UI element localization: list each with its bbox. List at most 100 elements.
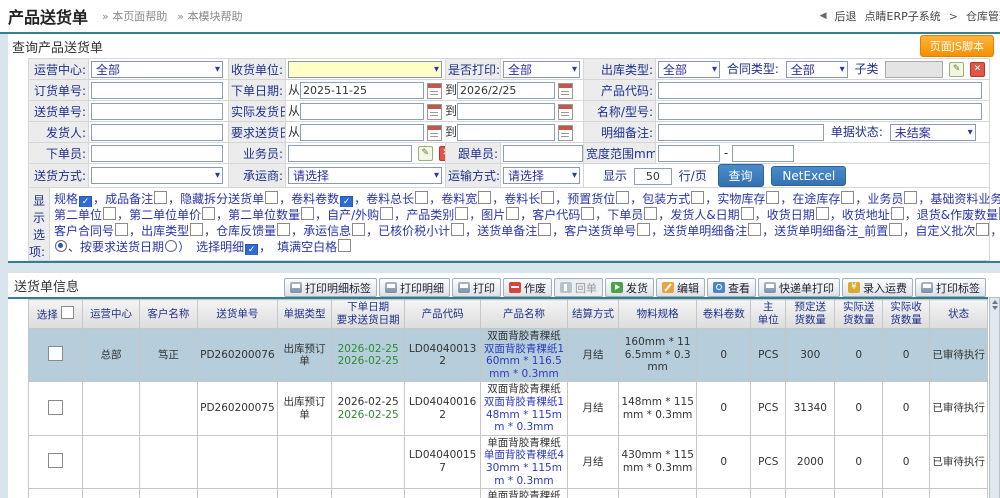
calendar-icon[interactable] [558, 104, 573, 120]
order-date-from-input[interactable] [300, 82, 424, 99]
clear-icon[interactable]: ✕ [970, 62, 985, 77]
calendar-icon[interactable] [427, 125, 442, 141]
option-checkbox[interactable] [748, 223, 761, 236]
option-checkbox[interactable] [506, 207, 519, 220]
option-checkbox[interactable] [741, 207, 754, 220]
option-checkbox[interactable] [891, 207, 904, 220]
option-checkbox[interactable] [644, 207, 657, 220]
option-checkbox[interactable] [816, 207, 829, 220]
option-checkbox[interactable] [904, 191, 917, 204]
help-page-link[interactable]: » 本页面帮助 [102, 8, 167, 24]
netexcel-button[interactable]: NetExcel [771, 166, 846, 186]
clear-icon[interactable]: ✕ [439, 146, 446, 161]
option-checkbox[interactable] [478, 191, 491, 204]
select-all-checkbox[interactable] [61, 306, 74, 319]
calendar-icon[interactable] [558, 83, 573, 99]
back-link[interactable]: 后退 [835, 8, 857, 24]
detail-note-input[interactable] [658, 124, 824, 141]
shipper-input[interactable] [91, 124, 223, 141]
option-checkbox[interactable] [380, 207, 393, 220]
void-button[interactable]: 作废 [503, 278, 552, 297]
express-print-button[interactable]: 快递单打印 [758, 278, 840, 297]
picker-icon[interactable]: ✎ [418, 146, 433, 161]
option-checkbox[interactable]: ✓ [340, 196, 353, 207]
doc-status-select[interactable]: 未结案 [890, 124, 976, 141]
is-printed-select[interactable]: 全部 [503, 61, 580, 78]
fill-blank-checkbox[interactable] [338, 239, 351, 252]
system-link[interactable]: 点睛ERP子系统 [865, 8, 941, 24]
select-detail-checkbox[interactable]: ✓ [245, 244, 258, 255]
width-max-input[interactable] [732, 145, 794, 162]
outbound-type-select[interactable]: 全部 [658, 61, 720, 78]
option-checkbox[interactable] [616, 191, 629, 204]
row-select-checkbox[interactable] [48, 346, 63, 361]
option-checkbox[interactable] [691, 191, 704, 204]
option-checkbox[interactable] [976, 223, 989, 236]
calendar-icon[interactable] [427, 104, 442, 120]
page-js-button[interactable]: 页面JS脚本 [920, 35, 994, 57]
order-date-to-input[interactable] [457, 82, 555, 99]
option-checkbox[interactable] [415, 191, 428, 204]
option-checkbox[interactable] [301, 207, 314, 220]
collapse-strip[interactable] [989, 297, 1000, 498]
option-checkbox[interactable] [352, 223, 365, 236]
option-checkbox[interactable] [455, 207, 468, 220]
operations-center-select[interactable]: 全部 [91, 61, 223, 78]
name-model-input[interactable] [658, 103, 982, 120]
calendar-icon[interactable] [427, 83, 442, 99]
ship-date-from-input[interactable] [300, 103, 424, 120]
option-checkbox[interactable]: ✓ [79, 196, 92, 207]
option-checkbox[interactable] [766, 191, 779, 204]
carrier-select[interactable]: 请选择 [288, 167, 442, 184]
print-button[interactable]: 打印 [452, 278, 501, 297]
product-code-input[interactable] [658, 82, 982, 99]
option-checkbox[interactable] [637, 223, 650, 236]
option-checkbox[interactable] [265, 191, 278, 204]
subtype-field[interactable] [885, 61, 943, 78]
salesman-input[interactable] [288, 145, 412, 162]
product-link[interactable]: 单面背胶青稞纸430mm * 115mm * 0.3mm [484, 449, 564, 486]
option-checkbox[interactable] [277, 223, 290, 236]
transport-method-select[interactable]: 请选择 [503, 167, 580, 184]
option-checkbox[interactable] [538, 223, 551, 236]
receiver-unit-select[interactable] [288, 61, 442, 78]
delivery-method-select[interactable] [91, 167, 223, 184]
option-checkbox[interactable] [115, 223, 128, 236]
option-checkbox[interactable] [889, 223, 902, 236]
page-size-input[interactable] [634, 168, 672, 185]
option-checkbox[interactable] [451, 223, 464, 236]
edit-button[interactable]: 编辑 [656, 278, 705, 297]
option-checkbox[interactable] [190, 223, 203, 236]
sort-by-order-date-radio[interactable] [55, 240, 67, 252]
contract-type-select[interactable]: 全部 [786, 61, 848, 78]
view-button[interactable]: 查看 [707, 278, 756, 297]
product-link[interactable]: 双面背胶青稞纸160mm * 116.5mm * 0.3mm [484, 343, 564, 380]
option-checkbox[interactable] [103, 207, 116, 220]
query-button[interactable]: 查询 [718, 164, 764, 187]
ship-button[interactable]: 发货 [605, 278, 654, 297]
module-link[interactable]: 仓库管理 [966, 8, 1000, 24]
print-detail-label-button[interactable]: 打印明细标签 [284, 278, 377, 297]
option-checkbox[interactable] [541, 191, 554, 204]
calendar-icon[interactable] [558, 125, 573, 141]
order-clerk-input[interactable] [91, 145, 223, 162]
picker-icon[interactable]: ✎ [949, 62, 964, 77]
option-checkbox[interactable] [581, 207, 594, 220]
merchandiser-input[interactable] [503, 145, 583, 162]
delivery-no-input[interactable] [91, 103, 223, 120]
option-checkbox[interactable] [841, 191, 854, 204]
print-label-button[interactable]: 打印标签 [915, 278, 986, 297]
sort-by-required-date-radio[interactable] [165, 240, 177, 252]
width-min-input[interactable] [658, 145, 720, 162]
freight-entry-button[interactable]: 录入运费 [842, 278, 913, 297]
row-select-checkbox[interactable] [48, 453, 63, 468]
ship-date-to-input[interactable] [457, 103, 555, 120]
required-date-from-input[interactable] [300, 124, 424, 141]
order-no-input[interactable] [91, 82, 223, 99]
option-checkbox[interactable] [154, 191, 167, 204]
option-checkbox[interactable] [202, 207, 215, 220]
product-link[interactable]: 双面背胶青稞纸148mm * 115mm * 0.3mm [484, 396, 564, 433]
required-date-to-input[interactable] [457, 124, 555, 141]
print-detail-button[interactable]: 打印明细 [379, 278, 450, 297]
help-module-link[interactable]: » 本模块帮助 [177, 8, 242, 24]
